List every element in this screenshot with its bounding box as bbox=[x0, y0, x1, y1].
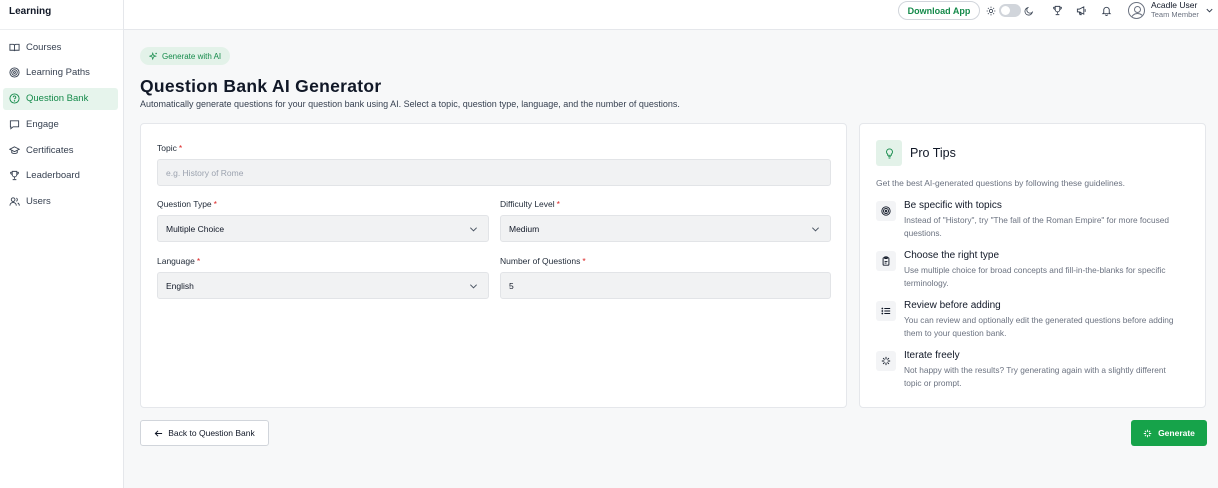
tips-title: Pro Tips bbox=[910, 146, 956, 160]
trophy-icon[interactable] bbox=[1052, 5, 1063, 16]
question-count-label: Number of Questions * bbox=[500, 256, 586, 266]
topic-label: Topic * bbox=[157, 143, 183, 153]
difficulty-select[interactable]: Medium bbox=[500, 215, 831, 242]
user-role: Team Member bbox=[1151, 9, 1199, 19]
sidebar-item-label: Engage bbox=[26, 118, 59, 130]
sidebar-item-users[interactable]: Users bbox=[3, 191, 118, 213]
tip-description: Use multiple choice for broad concepts a… bbox=[904, 265, 1166, 288]
tip-title: Be specific with topics bbox=[904, 200, 1002, 211]
graduation-cap-icon bbox=[9, 146, 20, 154]
topic-input[interactable]: e.g. History of Rome bbox=[157, 159, 831, 186]
sidebar-item-certificates[interactable]: Certificates bbox=[3, 139, 118, 161]
sidebar-nav: Courses Learning Paths Question Bank Eng… bbox=[0, 30, 123, 213]
avatar bbox=[1128, 1, 1145, 19]
language-label: Language * bbox=[157, 256, 201, 266]
tip-title: Iterate freely bbox=[904, 350, 960, 361]
sun-icon bbox=[986, 6, 996, 15]
chevron-down-icon bbox=[469, 227, 478, 232]
tip-description: You can review and optionally edit the g… bbox=[904, 315, 1174, 338]
tip-title: Review before adding bbox=[904, 300, 1001, 311]
chevron-down-icon bbox=[1206, 8, 1213, 13]
sidebar-item-question-bank[interactable]: Question Bank bbox=[3, 87, 118, 110]
tip-title: Choose the right type bbox=[904, 250, 1000, 261]
sparkles-icon bbox=[149, 51, 157, 60]
theme-switcher[interactable] bbox=[986, 4, 1034, 17]
arrow-left-icon bbox=[154, 429, 163, 437]
download-app-button[interactable]: Download App bbox=[898, 1, 980, 20]
chat-icon bbox=[9, 120, 20, 130]
users-icon bbox=[9, 197, 20, 206]
lightbulb-icon bbox=[885, 147, 893, 159]
sidebar-item-courses[interactable]: Courses bbox=[3, 36, 118, 58]
question-circle-icon bbox=[9, 93, 20, 104]
difficulty-label: Difficulty Level * bbox=[500, 199, 560, 209]
brand-title: Learning bbox=[0, 0, 123, 30]
generate-with-ai-badge: Generate with AI bbox=[140, 47, 231, 65]
sidebar-item-leaderboard[interactable]: Leaderboard bbox=[3, 165, 118, 187]
chevron-down-icon bbox=[469, 284, 478, 289]
list-icon bbox=[881, 307, 891, 315]
book-icon bbox=[9, 43, 20, 51]
chevron-down-icon bbox=[811, 227, 820, 232]
question-type-select[interactable]: Multiple Choice bbox=[157, 215, 489, 242]
sidebar-item-label: Question Bank bbox=[26, 93, 89, 105]
sidebar-item-engage[interactable]: Engage bbox=[3, 113, 118, 135]
sidebar-item-label: Courses bbox=[26, 41, 62, 53]
sidebar-item-label: Learning Paths bbox=[26, 67, 90, 79]
question-count-input[interactable]: 5 bbox=[500, 272, 831, 299]
sidebar-item-label: Certificates bbox=[26, 144, 74, 156]
sidebar-item-label: Leaderboard bbox=[26, 170, 80, 182]
user-menu[interactable]: Acadle User Team Member bbox=[1128, 0, 1214, 19]
sparkle-icon bbox=[1143, 429, 1152, 437]
theme-toggle[interactable] bbox=[999, 4, 1021, 17]
sidebar-item-label: Users bbox=[26, 196, 51, 208]
generator-form: Topic * e.g. History of Rome Question Typ… bbox=[140, 123, 847, 408]
sidebar-item-learning-paths[interactable]: Learning Paths bbox=[3, 62, 118, 84]
page-subtitle: Automatically generate questions for you… bbox=[140, 99, 680, 109]
moon-icon bbox=[1024, 6, 1034, 15]
clipboard-icon bbox=[882, 256, 890, 266]
bell-icon[interactable] bbox=[1101, 5, 1112, 16]
language-select[interactable]: English bbox=[157, 272, 489, 299]
sparkle-icon bbox=[881, 356, 891, 366]
megaphone-icon[interactable] bbox=[1076, 5, 1087, 16]
generate-button[interactable]: Generate bbox=[1131, 420, 1207, 446]
question-type-label: Question Type * bbox=[157, 199, 217, 209]
target-icon bbox=[9, 67, 20, 78]
sidebar: Learning Courses Learning Paths Question… bbox=[0, 0, 124, 488]
tip-description: Instead of "History", try "The fall of t… bbox=[904, 215, 1169, 238]
back-to-question-bank-button[interactable]: Back to Question Bank bbox=[140, 420, 269, 446]
target-icon bbox=[881, 206, 891, 216]
tips-intro: Get the best AI-generated questions by f… bbox=[876, 178, 1126, 188]
trophy-icon bbox=[10, 171, 19, 181]
tip-description: Not happy with the results? Try generati… bbox=[904, 365, 1166, 388]
pro-tips-panel: Pro Tips Get the best AI-generated quest… bbox=[859, 123, 1206, 408]
top-header: Download App Acadle User Team Member bbox=[124, 0, 1218, 30]
page-title: Question Bank AI Generator bbox=[140, 76, 382, 96]
